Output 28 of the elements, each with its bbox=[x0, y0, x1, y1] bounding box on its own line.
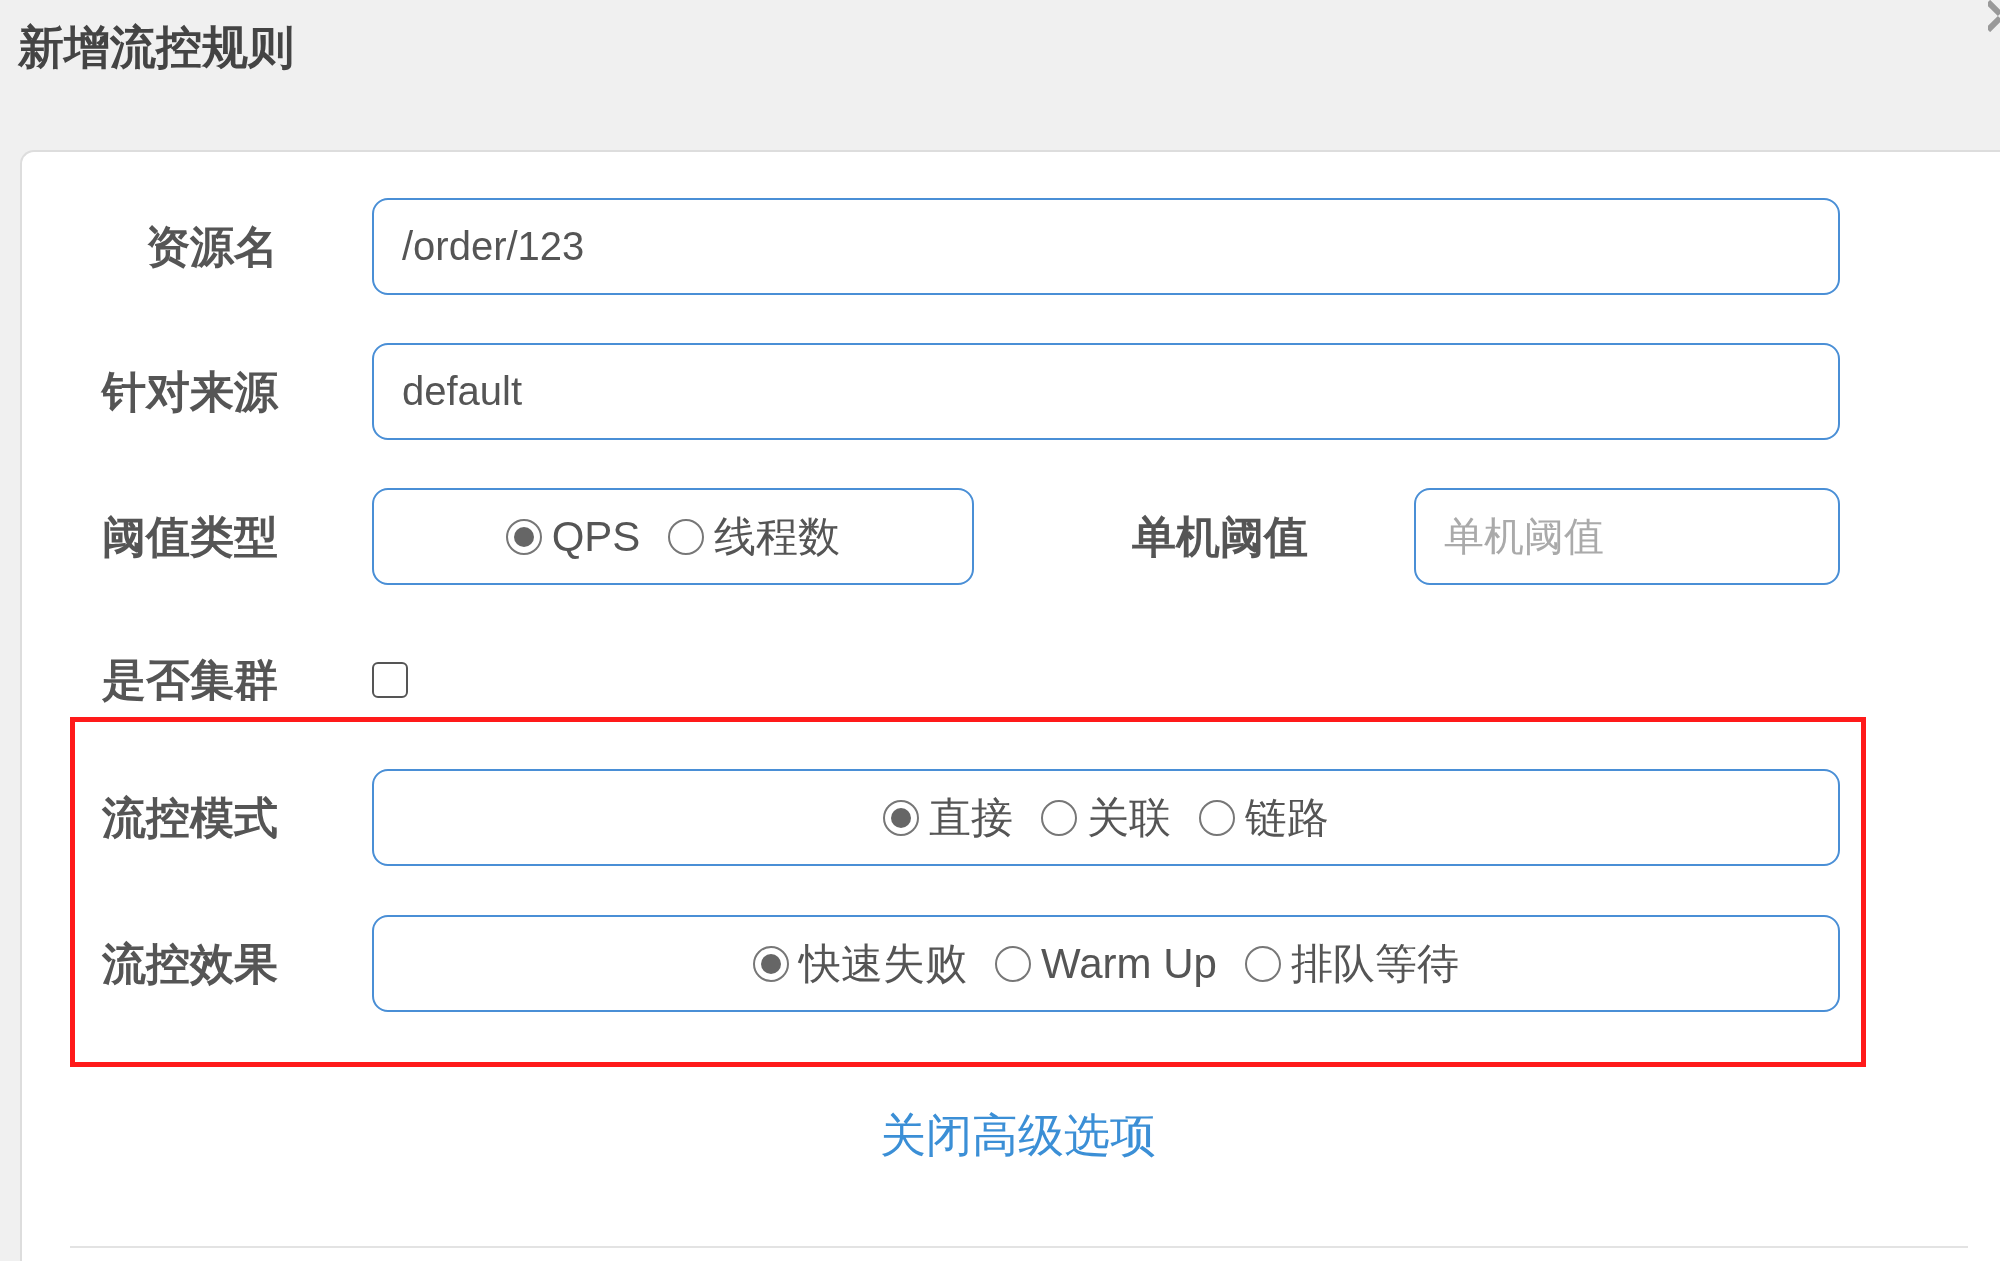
radio-option[interactable]: QPS bbox=[505, 515, 641, 558]
resource-name-field[interactable]: /order/123 bbox=[372, 198, 1840, 295]
radio-button[interactable] bbox=[505, 518, 542, 555]
radio-option[interactable]: 直接 bbox=[883, 796, 1013, 839]
radio-button[interactable] bbox=[668, 518, 705, 555]
radio-button[interactable] bbox=[1199, 799, 1235, 836]
radio-button[interactable] bbox=[883, 799, 919, 836]
radio-button[interactable] bbox=[1041, 799, 1077, 836]
radio-option[interactable]: 线程数 bbox=[668, 515, 841, 558]
field-label: 流控模式 bbox=[102, 795, 278, 840]
radio-button[interactable] bbox=[995, 945, 1032, 982]
radio-button[interactable] bbox=[1244, 945, 1281, 982]
field-label: 针对来源 bbox=[102, 369, 278, 414]
origin-field[interactable]: default bbox=[372, 343, 1840, 440]
radio-button[interactable] bbox=[753, 945, 790, 982]
field-label: 流控效果 bbox=[102, 941, 278, 986]
radio-option[interactable]: 链路 bbox=[1199, 796, 1329, 839]
radio-option[interactable]: 快速失败 bbox=[753, 942, 968, 985]
dialog-title: 新增流控规则 bbox=[18, 21, 294, 73]
threshold-field[interactable]: 单机阈值 bbox=[1414, 488, 1840, 585]
radio-option[interactable]: 排队等待 bbox=[1244, 942, 1459, 985]
checkbox[interactable] bbox=[372, 662, 408, 698]
field-label: 资源名 bbox=[146, 224, 278, 269]
field-label: 是否集群 bbox=[102, 658, 278, 702]
radio-option[interactable]: 关联 bbox=[1041, 796, 1171, 839]
radio-option[interactable]: Warm Up bbox=[995, 942, 1217, 985]
field-label: 阈值类型 bbox=[102, 514, 278, 559]
field-label: 单机阈值 bbox=[1132, 514, 1309, 559]
